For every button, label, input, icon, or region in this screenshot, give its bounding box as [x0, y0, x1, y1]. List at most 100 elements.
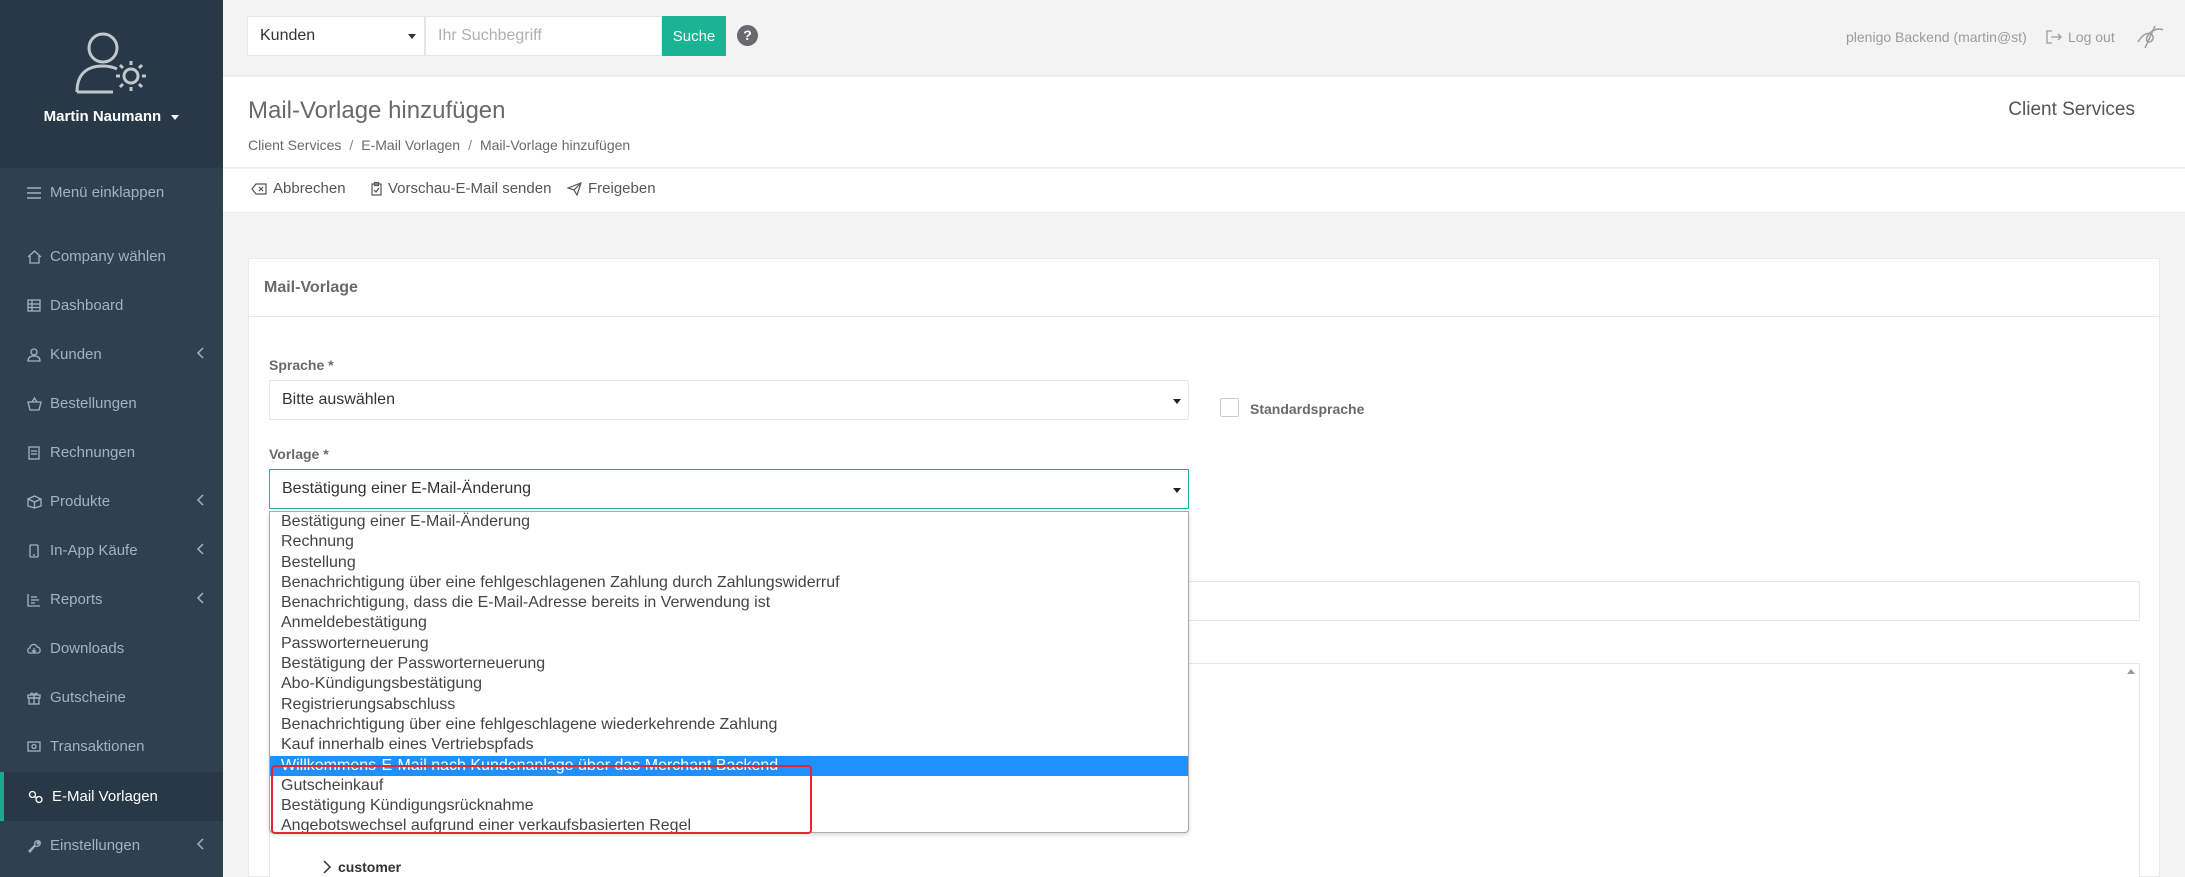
mail-templates-icon [28, 789, 44, 805]
user-settings-icon [75, 32, 146, 94]
dropdown-option[interactable]: Gutscheinkauf [270, 776, 1188, 796]
language-value: Bitte auswählen [282, 391, 395, 408]
dropdown-option[interactable]: Passworterneuerung [270, 634, 1188, 654]
caret-down-icon [1173, 399, 1181, 404]
help-icon[interactable]: ? [737, 25, 758, 46]
backspace-icon [251, 182, 267, 195]
default-language-label: Standardsprache [1250, 401, 1365, 417]
scroll-up-icon[interactable] [2127, 669, 2135, 674]
dropdown-option[interactable]: Bestätigung der Passworterneuerung [270, 654, 1188, 674]
dropdown-option[interactable]: Benachrichtigung, dass die E-Mail-Adress… [270, 593, 1188, 613]
template-value: Bestätigung einer E-Mail-Änderung [282, 480, 532, 497]
search-scope-select[interactable]: Kunden [247, 16, 425, 56]
breadcrumb-separator: / [468, 137, 472, 153]
sidebar-item-dashboard[interactable]: Dashboard [0, 281, 223, 330]
breadcrumb-client-services[interactable]: Client Services [248, 137, 341, 153]
hamburger-icon [26, 185, 42, 201]
plenigo-logo-icon [2137, 25, 2164, 49]
language-select[interactable]: Bitte auswählen [269, 380, 1189, 420]
send-preview-button[interactable]: Vorschau-E-Mail senden [371, 180, 551, 197]
language-label: Sprache * [269, 357, 334, 373]
logout-link[interactable]: Log out [2046, 29, 2115, 45]
clipboard-icon [371, 181, 382, 196]
sidebar-item-label: Kunden [50, 346, 102, 363]
box-icon [26, 494, 42, 510]
cancel-label: Abbrechen [273, 180, 346, 197]
dropdown-option[interactable]: Rechnung [270, 532, 1188, 552]
sidebar-item-label: In-App Käufe [50, 542, 138, 559]
caret-down-icon [171, 114, 180, 120]
panel-divider [249, 316, 2159, 317]
sidebar-item-label: Rechnungen [50, 444, 136, 461]
chevron-left-icon [196, 347, 204, 359]
reports-icon [26, 592, 42, 608]
dropdown-option[interactable]: Kauf innerhalb eines Vertriebspfads [270, 735, 1188, 755]
panel-title: Mail-Vorlage [264, 279, 358, 296]
sidebar-item-email-vorlagen[interactable]: E-Mail Vorlagen [0, 772, 223, 821]
sidebar-item-label: E-Mail Vorlagen [52, 788, 158, 805]
default-language-checkbox[interactable] [1220, 398, 1239, 417]
dropdown-option[interactable]: Bestätigung einer E-Mail-Änderung [270, 512, 1188, 532]
sidebar-item-label: Dashboard [50, 297, 124, 314]
chevron-left-icon [196, 592, 204, 604]
sidebar-item-produkte[interactable]: Produkte [0, 477, 223, 526]
template-select[interactable]: Bestätigung einer E-Mail-Änderung [269, 469, 1189, 509]
caret-down-icon [1173, 488, 1181, 493]
dropdown-option[interactable]: Benachrichtigung über eine fehlgeschlage… [270, 715, 1188, 735]
dropdown-option[interactable]: Anmeldebestätigung [270, 613, 1188, 633]
sidebar-item-company[interactable]: Company wählen [0, 232, 223, 281]
send-preview-label: Vorschau-E-Mail senden [388, 180, 552, 197]
sidebar-profile: Martin Naumann [0, 0, 223, 168]
dropdown-option[interactable]: Abo-Kündigungsbestätigung [270, 674, 1188, 694]
sidebar-item-label: Einstellungen [50, 837, 141, 854]
cash-icon [26, 739, 42, 755]
home-icon [26, 249, 42, 265]
dropdown-option-selected[interactable]: Willkommens-E-Mail nach Kundenanlage übe… [270, 755, 1188, 776]
dropdown-option[interactable]: Benachrichtigung über eine fehlgeschlage… [270, 573, 1188, 593]
sidebar-item-label: Produkte [50, 493, 111, 510]
sidebar-item-bestellungen[interactable]: Bestellungen [0, 379, 223, 428]
search-input[interactable] [425, 16, 662, 56]
sidebar-item-label: Company wählen [50, 248, 166, 265]
sidebar-item-label: Transaktionen [50, 738, 145, 755]
dropdown-option[interactable]: Bestellung [270, 553, 1188, 573]
cancel-button[interactable]: Abbrechen [251, 180, 346, 197]
phone-icon [26, 543, 42, 559]
username-label: Martin Naumann [43, 108, 162, 125]
sidebar-item-label: Downloads [50, 640, 125, 657]
breadcrumb-separator: / [349, 137, 354, 153]
dropdown-option[interactable]: Bestätigung Kündigungsrücknahme [270, 796, 1188, 816]
chevron-right-icon [323, 860, 332, 874]
dropdown-option[interactable]: Angebotswechsel aufgrund einer verkaufsb… [270, 816, 1188, 832]
sidebar-item-rechnungen[interactable]: Rechnungen [0, 428, 223, 477]
breadcrumb-email-vorlagen[interactable]: E-Mail Vorlagen [361, 137, 460, 153]
release-button[interactable]: Freigeben [567, 180, 656, 197]
subject-input[interactable] [1189, 581, 2140, 621]
template-dropdown-list: Bestätigung einer E-Mail-Änderung Rechnu… [269, 511, 1189, 833]
sidebar-item-reports[interactable]: Reports [0, 575, 223, 624]
sidebar-item-transaktionen[interactable]: Transaktionen [0, 722, 223, 771]
action-toolbar: Abbrechen Vorschau-E-Mail senden Freigeb… [223, 169, 2185, 213]
search-scope-value: Kunden [260, 27, 316, 44]
sidebar: Martin Naumann Menü einklappen Company w… [0, 0, 223, 877]
basket-icon [26, 396, 42, 412]
chevron-left-icon [196, 494, 204, 506]
current-user-label: plenigo Backend (martin@st) [1846, 29, 2027, 45]
sidebar-item-downloads[interactable]: Downloads [0, 624, 223, 673]
sidebar-item-kunden[interactable]: Kunden [0, 330, 223, 379]
sidebar-item-in-app-kaeufe[interactable]: In-App Käufe [0, 526, 223, 575]
collapse-menu-button[interactable]: Menü einklappen [0, 168, 223, 217]
search-button[interactable]: Suche [662, 16, 726, 56]
collapse-menu-label: Menü einklappen [50, 184, 165, 201]
sidebar-item-label: Bestellungen [50, 395, 137, 412]
dropdown-option[interactable]: Registrierungsabschluss [270, 695, 1188, 715]
tree-node-customer[interactable]: customer [322, 859, 401, 875]
sidebar-item-label: Gutscheine [50, 689, 126, 706]
page-heading: Mail-Vorlage hinzufügen Client Services /… [223, 77, 2185, 168]
sidebar-item-einstellungen[interactable]: Einstellungen [0, 821, 223, 870]
table-icon [26, 298, 42, 314]
user-menu[interactable]: Martin Naumann [0, 108, 223, 125]
client-name: Client Services [2008, 99, 2135, 120]
breadcrumb-current: Mail-Vorlage hinzufügen [479, 137, 631, 153]
sidebar-item-gutscheine[interactable]: Gutscheine [0, 673, 223, 722]
